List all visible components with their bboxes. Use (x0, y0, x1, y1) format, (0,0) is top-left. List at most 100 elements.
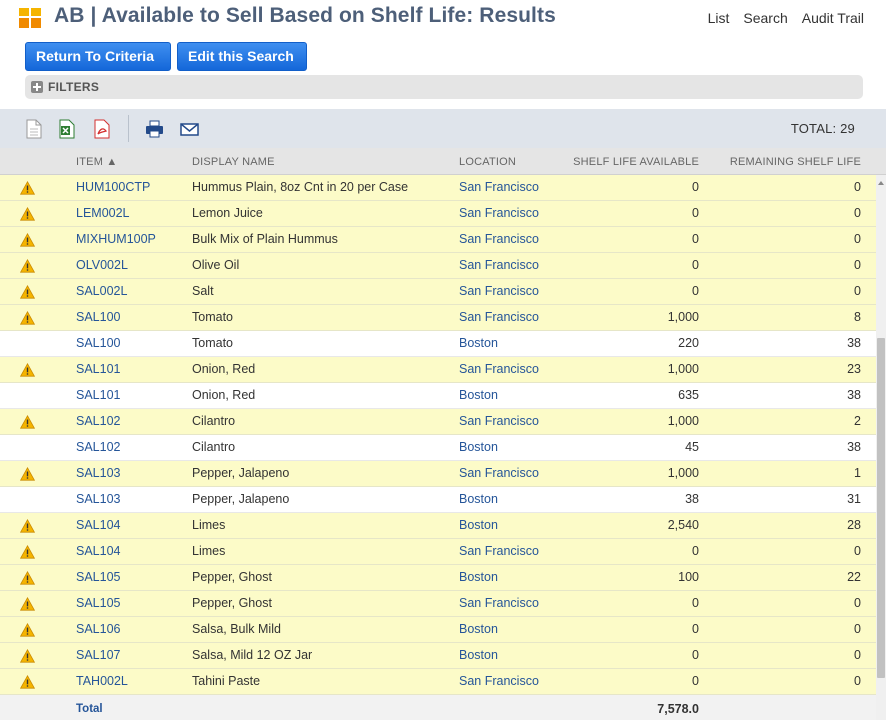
location-link[interactable]: San Francisco (459, 543, 539, 560)
item-link[interactable]: SAL102 (76, 413, 120, 430)
item-link[interactable]: SAL105 (76, 569, 120, 586)
table-row: SAL107 Salsa, Mild 12 OZ Jar Boston 0 0 (0, 643, 876, 669)
shelf-life-available-cell: 0 (692, 596, 699, 610)
item-link[interactable]: SAL101 (76, 361, 120, 378)
display-name-cell: Olive Oil (192, 258, 240, 272)
warning-icon (20, 233, 35, 247)
item-link[interactable]: SAL103 (76, 491, 120, 508)
remaining-shelf-life-cell: 22 (847, 570, 861, 584)
item-link[interactable]: SAL002L (76, 283, 127, 300)
display-name-cell: Cilantro (192, 440, 236, 454)
toolbar-divider (128, 115, 129, 142)
audit-trail-link[interactable]: Audit Trail (802, 10, 864, 26)
location-link[interactable]: San Francisco (459, 179, 539, 196)
location-link[interactable]: San Francisco (459, 595, 539, 612)
display-name-cell: Bulk Mix of Plain Hummus (192, 232, 338, 246)
scrollbar-thumb[interactable] (877, 338, 885, 678)
list-link[interactable]: List (708, 10, 730, 26)
shelf-life-available-cell: 0 (692, 544, 699, 558)
location-link[interactable]: San Francisco (459, 361, 539, 378)
shelf-life-available-cell: 0 (692, 232, 699, 246)
location-link[interactable]: Boston (459, 335, 498, 352)
column-display-name[interactable]: DISPLAY NAME (192, 156, 275, 168)
display-name-cell: Pepper, Jalapeno (192, 466, 290, 480)
remaining-shelf-life-cell: 0 (854, 258, 861, 272)
item-link[interactable]: SAL100 (76, 309, 120, 326)
item-link[interactable]: SAL104 (76, 543, 120, 560)
location-link[interactable]: Boston (459, 491, 498, 508)
expand-plus-icon[interactable] (31, 81, 43, 93)
column-shelf-life-available[interactable]: SHELF LIFE AVAILABLE (573, 156, 699, 168)
item-link[interactable]: LEM002L (76, 205, 130, 222)
location-link[interactable]: San Francisco (459, 231, 539, 248)
item-link[interactable]: SAL100 (76, 335, 120, 352)
vertical-scrollbar[interactable] (876, 175, 886, 720)
page-title: AB | Available to Sell Based on Shelf Li… (54, 4, 556, 27)
item-link[interactable]: SAL105 (76, 595, 120, 612)
location-link[interactable]: San Francisco (459, 309, 539, 326)
display-name-cell: Salsa, Mild 12 OZ Jar (192, 648, 313, 662)
table-row: MIXHUM100P Bulk Mix of Plain Hummus San Fr… (0, 227, 876, 253)
table-row: SAL104 Limes San Francisco 0 0 (0, 539, 876, 565)
location-link[interactable]: Boston (459, 517, 498, 534)
item-link[interactable]: TAH002L (76, 673, 128, 690)
item-link[interactable]: SAL103 (76, 465, 120, 482)
location-link[interactable]: San Francisco (459, 205, 539, 222)
column-item[interactable]: ITEM ▲ (76, 156, 117, 168)
results-table-body: HUM100CTP Hummus Plain, 8oz Cnt in 20 per… (0, 175, 876, 720)
table-row: SAL102 Cilantro Boston 45 38 (0, 435, 876, 461)
display-name-cell: Onion, Red (192, 362, 256, 376)
column-remaining-shelf-life[interactable]: REMAINING SHELF LIFE (730, 156, 861, 168)
location-link[interactable]: San Francisco (459, 413, 539, 430)
table-row: SAL106 Salsa, Bulk Mild Boston 0 0 (0, 617, 876, 643)
shelf-life-available-cell: 1,000 (667, 362, 699, 376)
filters-bar[interactable]: FILTERS (25, 75, 863, 99)
warning-icon (20, 467, 35, 481)
column-location[interactable]: LOCATION (459, 156, 516, 168)
return-to-criteria-button[interactable]: Return To Criteria (25, 42, 171, 71)
search-link[interactable]: Search (743, 10, 787, 26)
location-link[interactable]: Boston (459, 569, 498, 586)
remaining-shelf-life-cell: 31 (847, 492, 861, 506)
remaining-shelf-life-cell: 38 (847, 440, 861, 454)
location-link[interactable]: San Francisco (459, 257, 539, 274)
csv-file-icon[interactable] (25, 119, 43, 139)
item-link[interactable]: SAL101 (76, 387, 120, 404)
pdf-icon[interactable] (93, 119, 111, 139)
location-link[interactable]: San Francisco (459, 283, 539, 300)
item-link[interactable]: SAL106 (76, 621, 120, 638)
location-link[interactable]: Boston (459, 621, 498, 638)
filters-label: FILTERS (48, 80, 100, 94)
warning-icon (20, 259, 35, 273)
shelf-life-available-cell: 0 (692, 284, 699, 298)
item-link[interactable]: MIXHUM100P (76, 231, 156, 248)
item-link[interactable]: OLV002L (76, 257, 128, 274)
warning-icon (20, 311, 35, 325)
remaining-shelf-life-cell: 0 (854, 284, 861, 298)
excel-icon[interactable] (58, 119, 76, 139)
location-link[interactable]: Boston (459, 387, 498, 404)
warning-icon (20, 597, 35, 611)
item-link[interactable]: SAL104 (76, 517, 120, 534)
print-icon[interactable] (145, 119, 164, 139)
location-link[interactable]: San Francisco (459, 673, 539, 690)
scroll-up-arrow-icon[interactable] (878, 181, 884, 185)
email-icon[interactable] (180, 119, 199, 139)
remaining-shelf-life-cell: 38 (847, 388, 861, 402)
table-row: HUM100CTP Hummus Plain, 8oz Cnt in 20 per… (0, 175, 876, 201)
location-link[interactable]: San Francisco (459, 465, 539, 482)
display-name-cell: Pepper, Ghost (192, 570, 272, 584)
item-link[interactable]: SAL107 (76, 647, 120, 664)
location-link[interactable]: Boston (459, 647, 498, 664)
warning-icon (20, 363, 35, 377)
location-link[interactable]: Boston (459, 439, 498, 456)
table-row: LEM002L Lemon Juice San Francisco 0 0 (0, 201, 876, 227)
shelf-life-available-cell: 45 (685, 440, 699, 454)
table-row: SAL105 Pepper, Ghost Boston 100 22 (0, 565, 876, 591)
item-link[interactable]: HUM100CTP (76, 179, 150, 196)
item-link[interactable]: SAL102 (76, 439, 120, 456)
display-name-cell: Cilantro (192, 414, 236, 428)
display-name-cell: Tomato (192, 310, 233, 324)
action-buttons: Return To Criteria Edit this Search (25, 42, 307, 71)
edit-search-button[interactable]: Edit this Search (177, 42, 307, 71)
